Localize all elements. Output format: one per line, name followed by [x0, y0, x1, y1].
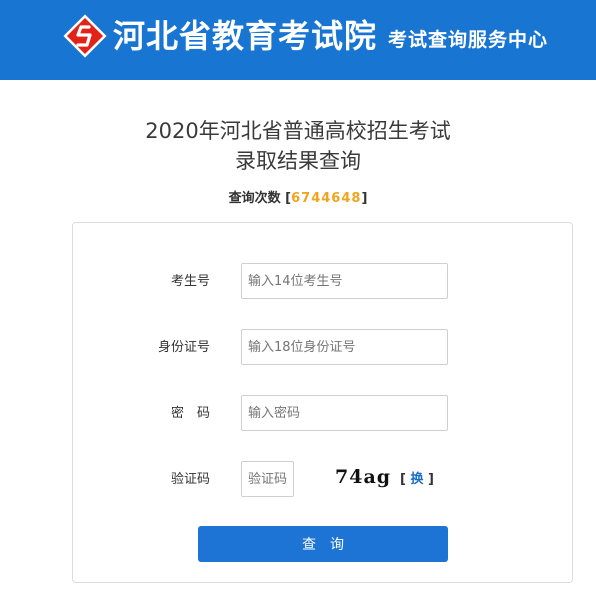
captcha-refresh-open-bracket: [	[400, 472, 406, 487]
captcha-refresh-link[interactable]: 换	[410, 472, 423, 487]
id-number-label: 身份证号	[157, 340, 210, 355]
password-label: 密 码	[170, 406, 210, 421]
query-counter: 查询次数 [6744648]	[0, 190, 596, 208]
id-number-input[interactable]	[241, 329, 448, 365]
site-brand[interactable]: 河北省教育考试院	[113, 17, 377, 55]
captcha-label: 验证码	[170, 472, 210, 487]
query-counter-close-bracket: ]	[361, 191, 368, 206]
exam-number-input[interactable]	[241, 263, 448, 299]
captcha-input[interactable]	[241, 461, 294, 497]
query-form-panel: 考生号 身份证号 密 码 验证码 74ag [ 换 ] 查 询	[72, 222, 573, 583]
page-title-line1: 2020年河北省普通高校招生考试	[145, 119, 451, 143]
service-center-title: 考试查询服务中心	[388, 29, 549, 51]
page-title-line2: 录取结果查询	[235, 149, 361, 173]
captcha-refresh-close-bracket: ]	[428, 472, 434, 487]
page-title: 2020年河北省普通高校招生考试 录取结果查询	[0, 116, 596, 176]
site-header: 河北省教育考试院 考试查询服务中心	[0, 0, 596, 80]
captcha-refresh: [ 换 ]	[400, 471, 434, 489]
query-button[interactable]: 查 询	[198, 526, 448, 562]
query-counter-label: 查询次数	[228, 191, 281, 206]
exam-number-label: 考生号	[170, 274, 210, 289]
query-counter-value: 6744648	[291, 191, 362, 206]
hebei-exam-logo-icon[interactable]	[62, 13, 108, 59]
password-input[interactable]	[241, 395, 448, 431]
captcha-image[interactable]: 74ag	[335, 465, 391, 489]
